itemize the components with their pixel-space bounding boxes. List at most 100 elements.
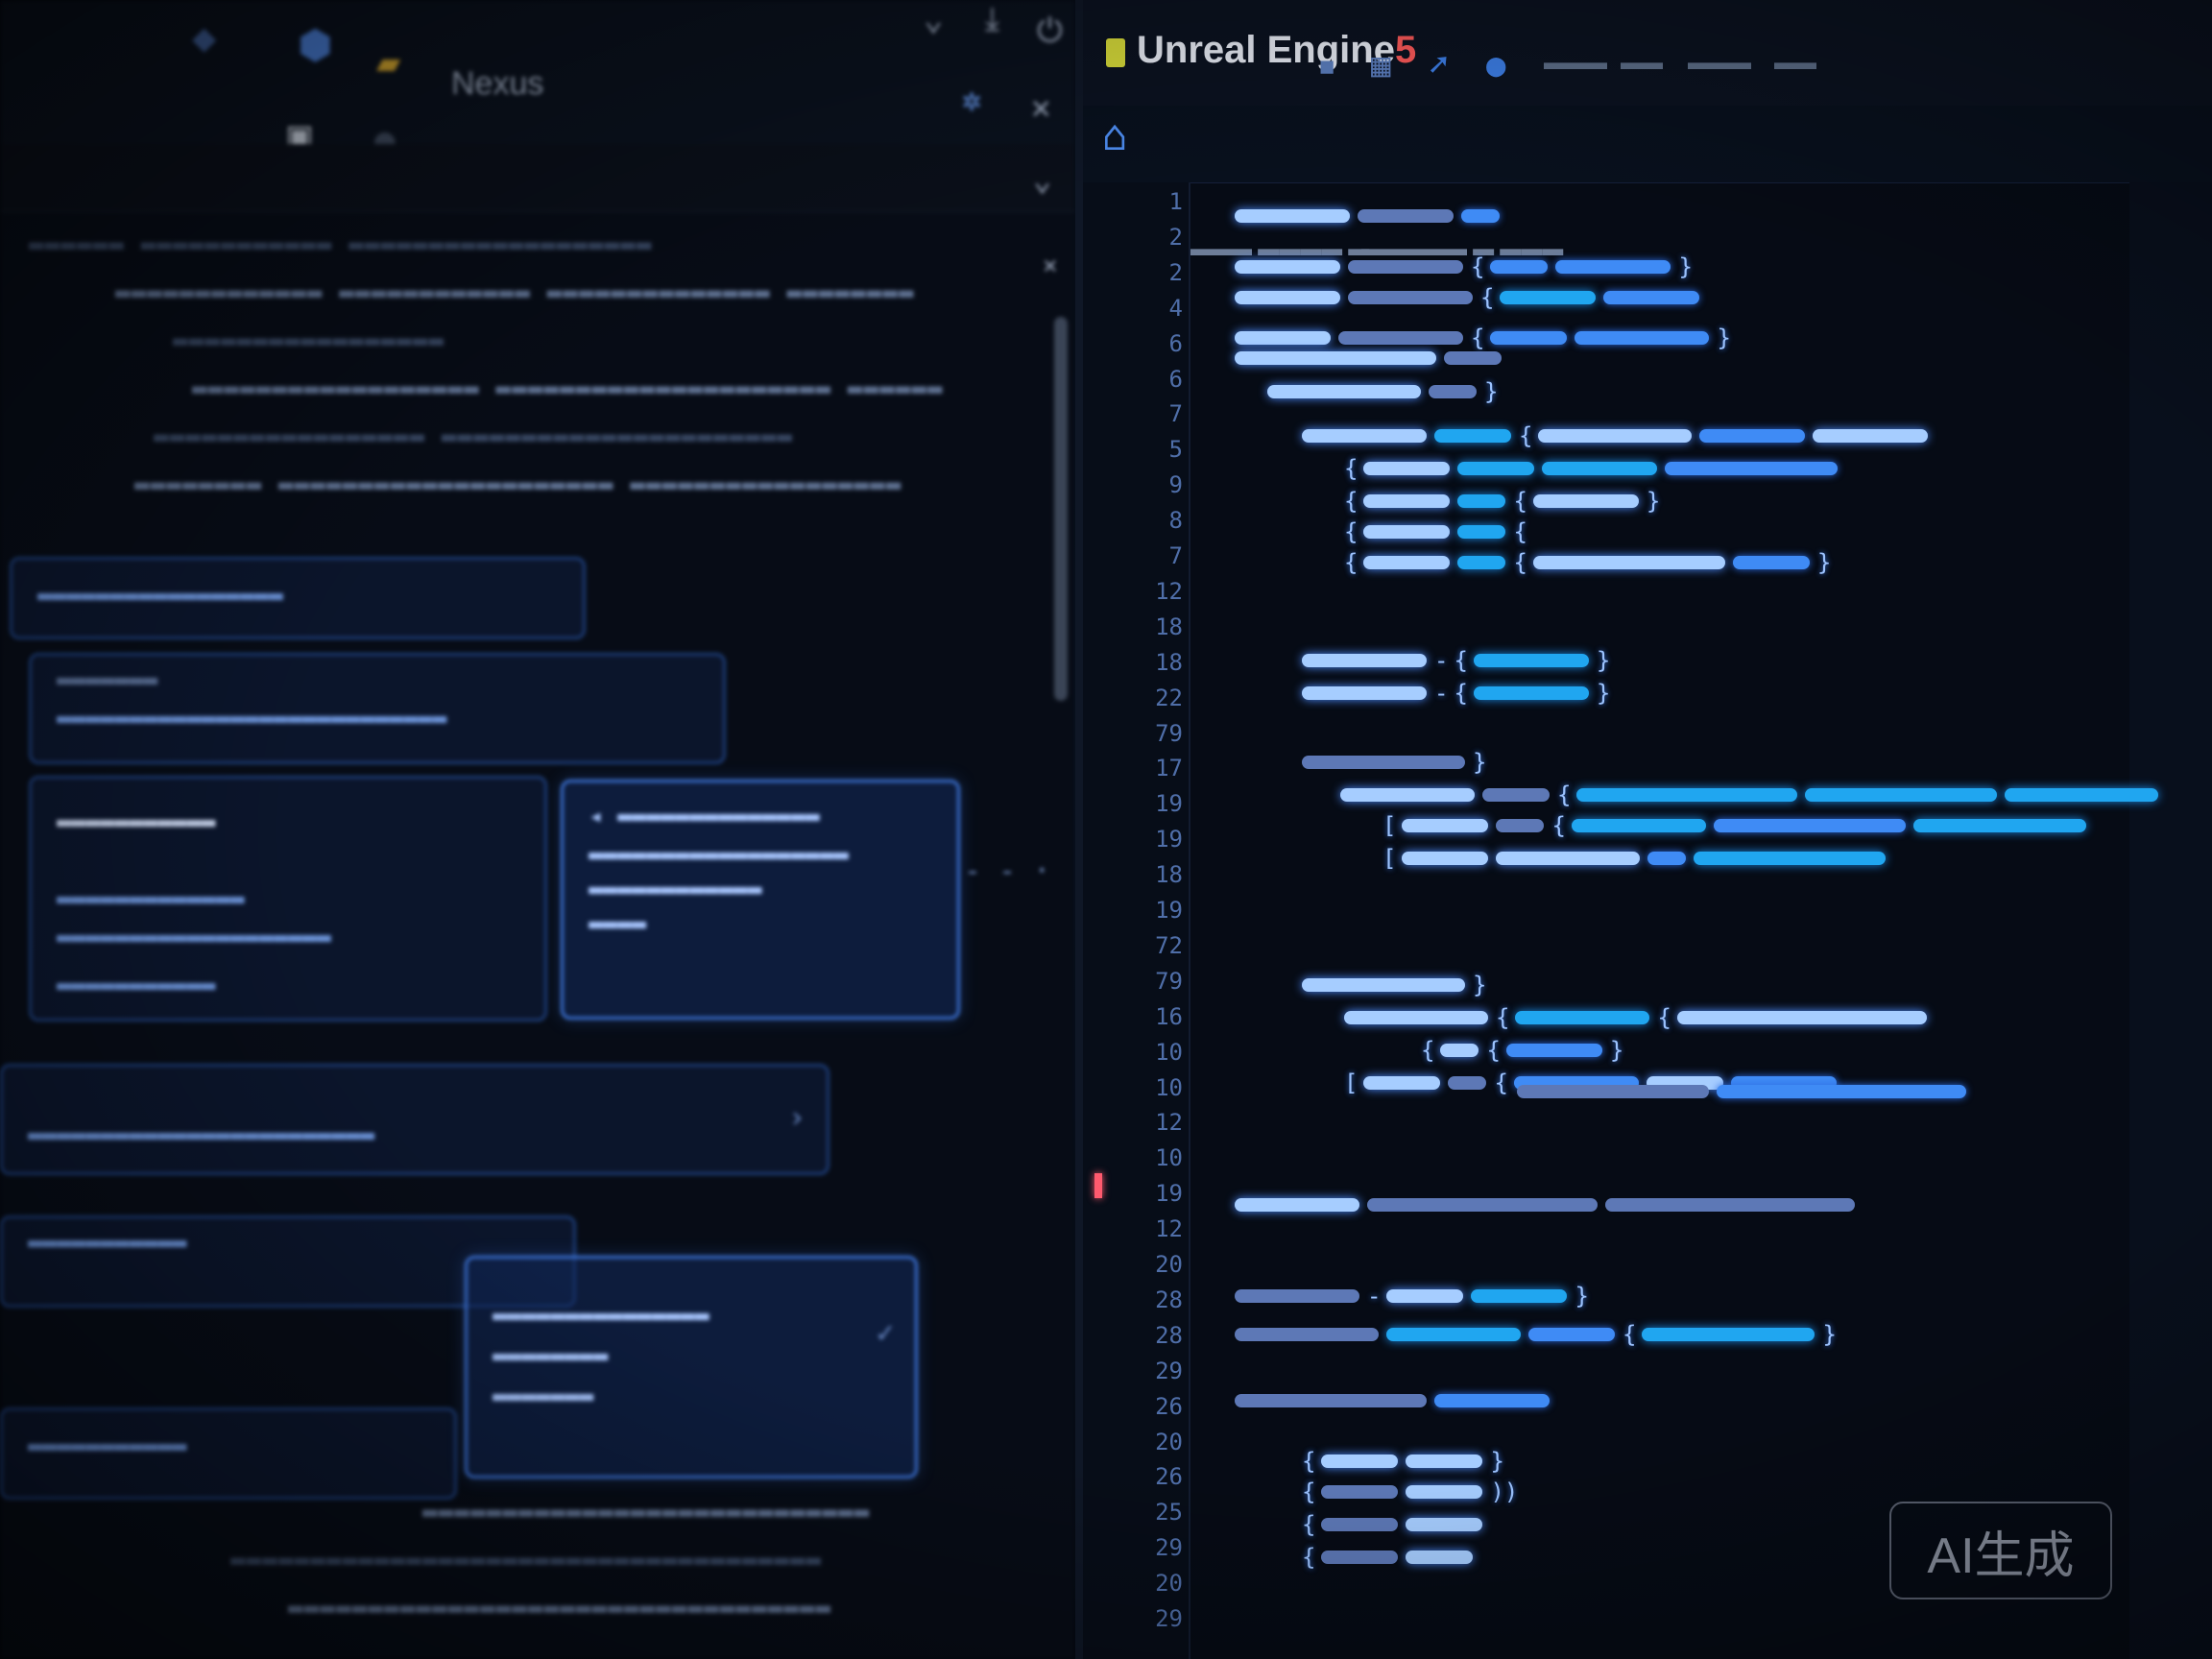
line-number: 8 bbox=[1168, 507, 1183, 534]
line-number: 10 bbox=[1155, 1039, 1183, 1066]
line-number: 4 bbox=[1168, 295, 1183, 322]
panel-divider[interactable] bbox=[1075, 0, 1083, 1659]
line-number: 17 bbox=[1155, 755, 1183, 781]
blueprint-icon[interactable]: ◆ bbox=[192, 13, 216, 60]
graph-node[interactable]: ▬▬▬▬▬▬▬▬▬▬▬ bbox=[0, 1407, 457, 1500]
line-number: 28 bbox=[1155, 1322, 1183, 1349]
line-number: 18 bbox=[1155, 649, 1183, 676]
engine-logo-icon bbox=[1106, 38, 1125, 67]
code-line: {} bbox=[1235, 253, 1698, 280]
code-line: {{} bbox=[1344, 549, 1832, 576]
connector-pin[interactable]: - - · bbox=[964, 854, 1050, 888]
chevron-right-icon[interactable]: › bbox=[788, 1101, 805, 1135]
line-number: 29 bbox=[1155, 1605, 1183, 1632]
line-number: 7 bbox=[1168, 542, 1183, 569]
home-icon[interactable]: ⌂ bbox=[1102, 111, 1128, 160]
save-icon[interactable]: ▪ bbox=[1317, 46, 1336, 84]
code-line: { bbox=[1302, 422, 1936, 449]
left-subbar: ⌄ bbox=[0, 144, 1075, 212]
code-line: [ bbox=[1382, 845, 1893, 872]
code-line bbox=[1235, 348, 1509, 366]
collapse-icon[interactable]: ⌄ bbox=[1033, 161, 1051, 198]
code-line: { bbox=[1302, 1511, 1490, 1538]
code-line: {} bbox=[1302, 1448, 1504, 1475]
graph-node[interactable]: ▬▬▬▬▬▬▬▬▬▬▬▬▬▬▬▬▬ bbox=[10, 557, 586, 639]
code-line: ▬▬▬▬▬▬▬▬▬▬▬▬▬ ▬▬▬▬▬▬▬▬▬▬▬▬ ▬▬▬▬▬▬▬▬▬▬▬▬▬… bbox=[115, 278, 915, 307]
code-line bbox=[1235, 1194, 1863, 1213]
layers-icon[interactable]: ▦ bbox=[1371, 46, 1390, 84]
menu-item[interactable]: ▬▬▬ bbox=[1688, 50, 1751, 75]
line-number: 10 bbox=[1155, 1144, 1183, 1171]
code-line: -} bbox=[1235, 1283, 1595, 1310]
folder-icon[interactable]: ▰ bbox=[376, 38, 400, 85]
line-number: 7 bbox=[1168, 400, 1183, 427]
line-number: 22 bbox=[1155, 685, 1183, 711]
node-label: ▬▬▬▬▬▬▬▬▬▬▬▬▬▬▬▬▬▬▬▬▬▬▬▬▬▬▬ bbox=[57, 704, 447, 732]
node-label: ▬▬▬▬▬▬▬▬▬▬▬ bbox=[57, 971, 216, 998]
code-line: ▬▬▬▬▬▬▬▬▬▬▬▬▬▬▬▬▬▬▬▬▬▬▬▬▬▬▬▬▬▬▬▬▬▬ bbox=[288, 1594, 832, 1623]
menu-item[interactable]: ▬▬ bbox=[1774, 50, 1816, 75]
left-toolbar: ◆ ⬢ ▰ Nexus ▣ ● ⌄ ⤓ ⏻ ✲ ✕ bbox=[0, 0, 1075, 160]
code-line: } bbox=[1267, 378, 1503, 405]
line-number: 25 bbox=[1155, 1499, 1183, 1526]
menu-item[interactable]: ▬▬ bbox=[1621, 50, 1663, 75]
selected-graph-node[interactable]: ◂ ▬▬▬▬▬▬▬▬▬▬▬▬▬▬ ▬▬▬▬▬▬▬▬▬▬▬▬▬▬▬▬▬▬ ▬▬▬▬… bbox=[561, 780, 960, 1020]
code-line: {} bbox=[1235, 1321, 1842, 1348]
line-number: 12 bbox=[1155, 1215, 1183, 1242]
code-line: {{} bbox=[1421, 1037, 1624, 1064]
node-label: ▬▬▬▬▬▬▬▬ bbox=[493, 1341, 609, 1369]
code-line: ▬▬▬▬▬▬ ▬▬▬▬▬▬▬▬▬▬▬▬ ▬▬▬▬▬▬▬▬▬▬▬▬▬▬▬▬▬▬▬ bbox=[29, 230, 653, 259]
line-number: 5 bbox=[1168, 436, 1183, 463]
breakpoint-marker[interactable] bbox=[1094, 1173, 1102, 1198]
editor-titlebar: Unreal Engine5 ▪ ▦ ➚ ● ▬▬▬ ▬▬ ▬▬▬ ▬▬ bbox=[1083, 0, 2212, 108]
panel-close-icon[interactable]: × bbox=[1043, 252, 1058, 280]
selected-graph-node[interactable]: ▬▬▬▬▬▬▬▬▬▬▬▬▬▬▬ ▬▬▬▬▬▬▬▬ ▬▬▬▬▬▬▬ ✓ bbox=[465, 1256, 918, 1479]
pin-icon[interactable]: ✲ bbox=[962, 81, 981, 119]
download-icon[interactable]: ⤓ bbox=[985, 0, 999, 38]
line-number: 19 bbox=[1155, 790, 1183, 817]
graph-node[interactable]: ▬▬▬▬▬▬▬▬▬▬▬ ▬▬▬▬▬▬▬▬▬▬▬▬▬ ▬▬▬▬▬▬▬▬▬▬▬▬▬▬… bbox=[29, 776, 547, 1022]
menu-item[interactable]: ▬▬▬ bbox=[1544, 50, 1607, 75]
left-scrollbar[interactable] bbox=[1054, 317, 1068, 701]
code-line: { bbox=[1344, 455, 1845, 482]
line-number: 6 bbox=[1168, 330, 1183, 357]
code-line: ▬▬▬▬▬▬▬▬▬▬▬▬▬▬▬▬▬ ▬▬▬▬▬▬▬▬▬▬▬▬▬▬▬▬▬▬▬▬▬▬ bbox=[154, 422, 794, 451]
graph-node[interactable]: ▬▬▬▬▬▬▬▬▬▬▬▬▬▬▬▬▬▬▬▬▬▬▬▬ › bbox=[0, 1064, 830, 1175]
code-line bbox=[1517, 1081, 1974, 1099]
node-label: ▬▬▬▬▬▬▬▬▬▬▬▬▬▬▬▬▬▬▬▬▬▬▬▬ bbox=[28, 1120, 375, 1148]
graph-node[interactable]: ▬▬▬▬▬▬▬ ▬▬▬▬▬▬▬▬▬▬▬▬▬▬▬▬▬▬▬▬▬▬▬▬▬▬▬ bbox=[29, 653, 726, 764]
check-icon[interactable]: ✓ bbox=[877, 1316, 894, 1350]
line-number: 29 bbox=[1155, 1358, 1183, 1384]
line-number: 20 bbox=[1155, 1429, 1183, 1455]
code-line: ▬▬▬▬▬▬▬▬▬▬▬▬▬▬▬▬▬ bbox=[173, 326, 445, 355]
line-number: 19 bbox=[1155, 826, 1183, 853]
code-line: {{ bbox=[1344, 1004, 1935, 1031]
node-label: ▬▬▬▬ bbox=[589, 909, 647, 937]
node-label: ▬▬▬▬▬▬▬▬▬▬▬ bbox=[28, 1228, 187, 1256]
ai-generated-watermark: AI生成 bbox=[1889, 1502, 2112, 1599]
line-number: 12 bbox=[1155, 578, 1183, 605]
line-number: 29 bbox=[1155, 1534, 1183, 1561]
line-number: 20 bbox=[1155, 1251, 1183, 1278]
line-number: 79 bbox=[1155, 968, 1183, 995]
node-label: ▬▬▬▬▬▬▬ bbox=[493, 1382, 594, 1409]
chevron-down-icon[interactable]: ⌄ bbox=[924, 0, 943, 38]
code-line bbox=[1235, 1390, 1557, 1408]
code-line bbox=[1235, 205, 1507, 224]
line-number: 19 bbox=[1155, 897, 1183, 924]
user-icon[interactable]: ● bbox=[1486, 46, 1505, 84]
power-icon[interactable]: ⏻ bbox=[1037, 12, 1063, 50]
editor-tabbar: ▬▬▬ ▬▬▬▬ ▬ ▬▬▬▬▬ ▬ ▬▬▬ bbox=[1083, 106, 2212, 260]
shield-icon[interactable]: ⬢ bbox=[298, 21, 333, 68]
code-line: {)) bbox=[1302, 1479, 1519, 1505]
code-line: -{} bbox=[1302, 647, 1616, 674]
line-number: 12 bbox=[1155, 1109, 1183, 1136]
line-number: 2 bbox=[1168, 259, 1183, 286]
node-label: ▬▬▬▬▬▬▬▬▬▬▬▬ bbox=[589, 875, 762, 902]
pointer-icon[interactable]: ➚ bbox=[1429, 46, 1448, 84]
line-number: 18 bbox=[1155, 613, 1183, 640]
minimap[interactable] bbox=[2129, 182, 2212, 1659]
line-number: 26 bbox=[1155, 1463, 1183, 1490]
close-icon[interactable]: ✕ bbox=[1031, 88, 1050, 127]
left-panel: ◆ ⬢ ▰ Nexus ▣ ● ⌄ ⤓ ⏻ ✲ ✕ ⌄ × ▬▬▬▬▬▬ ▬▬▬… bbox=[0, 0, 1075, 1659]
